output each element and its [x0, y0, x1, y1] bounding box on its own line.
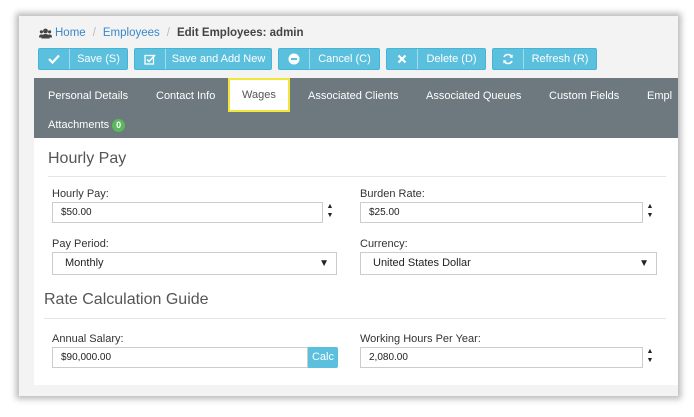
caret-down-icon: ▼	[639, 258, 649, 269]
currency-label: Currency:	[360, 238, 408, 250]
hourly-pay-input[interactable]: $50.00	[52, 202, 323, 223]
working-hours-input[interactable]: 2,080.00	[360, 347, 643, 368]
calc-button[interactable]: Calc	[308, 347, 338, 368]
delete-button[interactable]: Delete (D)	[386, 48, 486, 70]
tab-associated-queues[interactable]: Associated Queues	[426, 86, 521, 106]
hourly-pay-section-title: Hourly Pay	[48, 150, 127, 167]
delete-button-label: Delete (D)	[426, 53, 477, 65]
tab-bar: Personal Details Contact Info Wages Asso…	[34, 78, 678, 138]
working-hours-label: Working Hours Per Year:	[360, 333, 481, 345]
breadcrumb-employees-link[interactable]: Employees	[103, 27, 160, 39]
annual-salary-label: Annual Salary:	[52, 333, 124, 345]
burden-rate-label: Burden Rate:	[360, 188, 425, 200]
cancel-button-label: Cancel (C)	[318, 53, 371, 65]
save-button[interactable]: Save (S)	[38, 48, 128, 70]
tab-attachments[interactable]: Attachments 0	[48, 115, 126, 135]
save-and-add-new-button[interactable]: Save and Add New	[134, 48, 272, 70]
pay-period-value: Monthly	[65, 257, 104, 269]
pay-period-select[interactable]: Monthly ▼	[52, 252, 337, 275]
refresh-button-label: Refresh (R)	[531, 53, 589, 65]
users-icon	[39, 28, 52, 38]
tab-custom-fields[interactable]: Custom Fields	[549, 86, 619, 106]
working-hours-stepper[interactable]: ▲ ▼	[646, 347, 654, 365]
toolbar: Save (S) Save and Add New Cancel (C) Del…	[38, 48, 603, 70]
breadcrumb-separator: /	[166, 27, 170, 39]
attachments-count-badge: 0	[112, 118, 126, 132]
burden-rate-stepper[interactable]: ▲ ▼	[646, 202, 654, 220]
checkbox-icon	[135, 49, 166, 69]
breadcrumb-current: Edit Employees: admin	[176, 27, 304, 39]
save-and-add-new-label: Save and Add New	[171, 53, 266, 65]
section-divider	[44, 318, 666, 319]
pay-period-label: Pay Period:	[52, 238, 109, 250]
breadcrumb-separator: /	[92, 27, 96, 39]
tab-associated-clients[interactable]: Associated Clients	[308, 86, 399, 106]
save-button-label: Save (S)	[77, 53, 120, 65]
tab-wages[interactable]: Wages	[228, 78, 290, 112]
tab-personal-details[interactable]: Personal Details	[48, 86, 128, 106]
burden-rate-input[interactable]: $25.00	[360, 202, 643, 223]
tab-employee-truncated[interactable]: Empl	[647, 86, 672, 106]
refresh-button[interactable]: Refresh (R)	[492, 48, 597, 70]
caret-down-icon: ▼	[319, 258, 329, 269]
hourly-pay-label: Hourly Pay:	[52, 188, 109, 200]
tab-attachments-label: Attachments	[48, 119, 110, 131]
check-icon	[39, 49, 70, 69]
app-window: Home / Employees / Edit Employees: admin…	[19, 16, 678, 396]
cancel-button[interactable]: Cancel (C)	[278, 48, 380, 70]
annual-salary-input[interactable]: $90,000.00	[52, 347, 308, 368]
section-divider	[48, 176, 666, 177]
currency-value: United States Dollar	[373, 257, 471, 269]
refresh-icon	[493, 49, 524, 69]
tab-contact-info[interactable]: Contact Info	[156, 86, 215, 106]
hourly-pay-stepper[interactable]: ▲ ▼	[326, 202, 334, 220]
rate-calculation-section-title: Rate Calculation Guide	[44, 291, 209, 308]
breadcrumb: Home / Employees / Edit Employees: admin	[39, 24, 304, 42]
x-icon	[387, 49, 418, 69]
breadcrumb-home-link[interactable]: Home	[55, 27, 86, 39]
currency-select[interactable]: United States Dollar ▼	[360, 252, 657, 275]
minus-circle-icon	[279, 49, 310, 69]
wages-panel: Hourly Pay Hourly Pay: $50.00 ▲ ▼ Burden …	[34, 138, 678, 385]
